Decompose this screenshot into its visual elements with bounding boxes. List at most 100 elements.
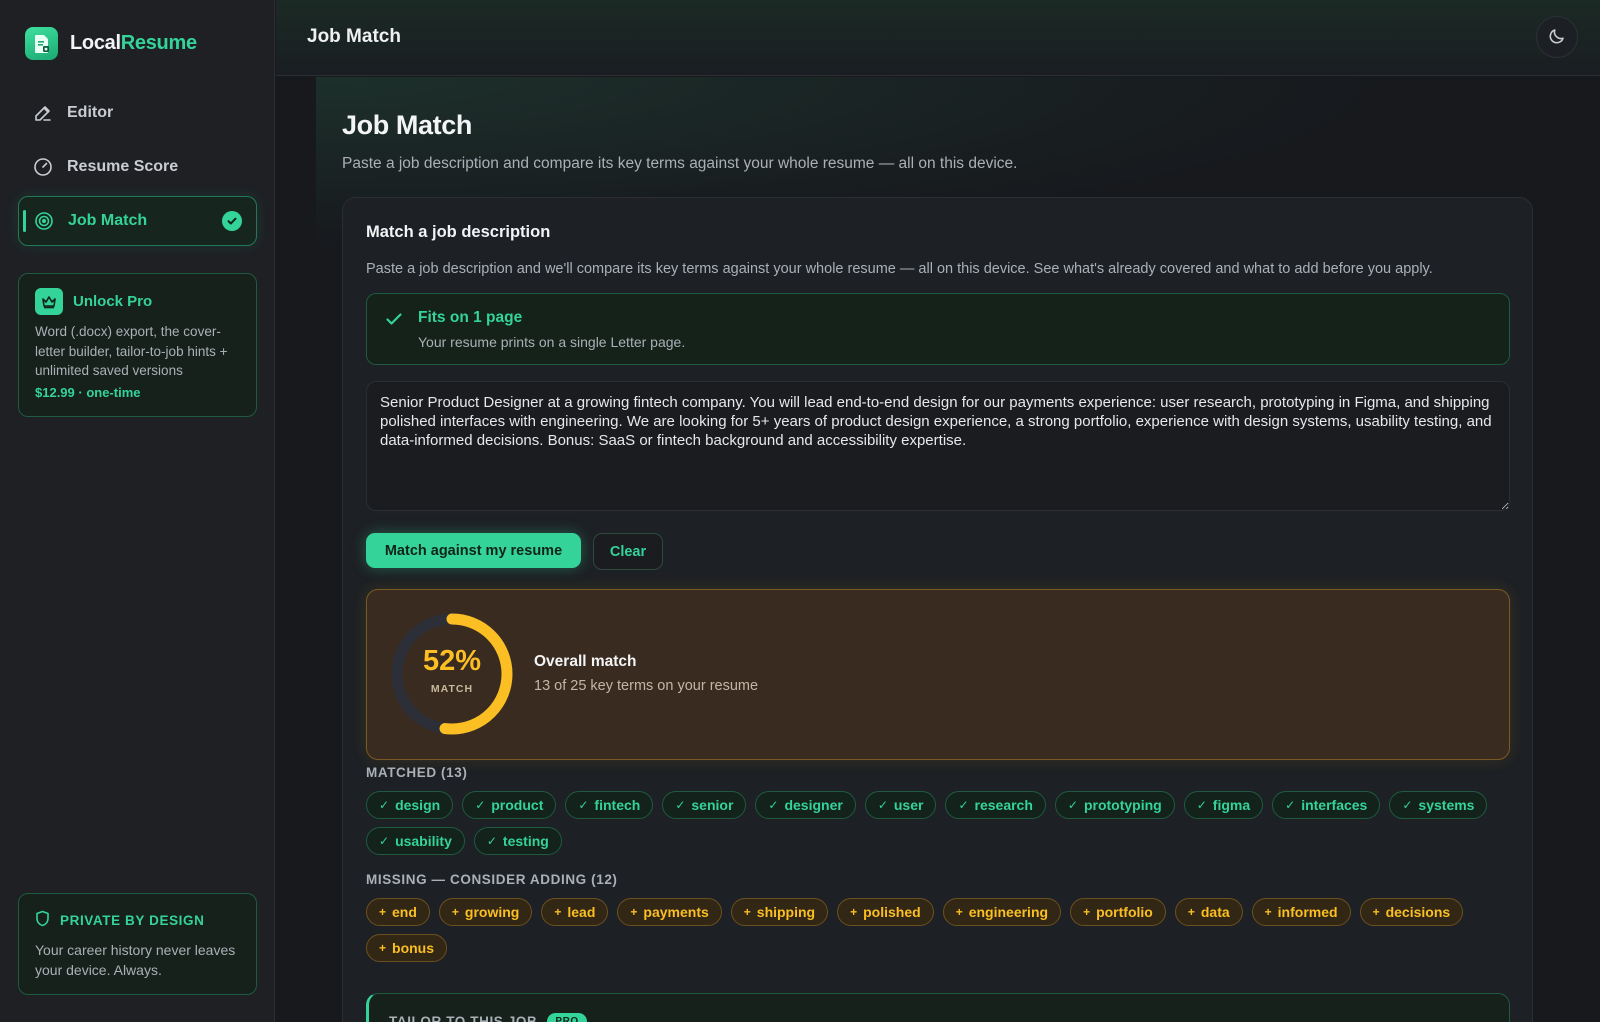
tailor-title: TAILOR TO THIS JOB	[389, 1014, 538, 1022]
missing-chip[interactable]: + portfolio	[1070, 898, 1166, 926]
missing-chip[interactable]: + lead	[541, 898, 609, 926]
privacy-title: PRIVATE BY DESIGN	[60, 912, 205, 928]
chip-label: systems	[1418, 797, 1475, 813]
check-icon: ✓	[475, 798, 486, 812]
sidebar-item-label: Resume Score	[67, 158, 179, 175]
chip-label: prototyping	[1083, 797, 1162, 813]
missing-chip[interactable]: + polished	[837, 898, 934, 926]
matched-chip[interactable]: ✓ interfaces	[1272, 791, 1381, 819]
missing-label: MISSING — CONSIDER ADDING (12)	[366, 872, 618, 887]
card-description: Paste a job description and we'll compar…	[366, 261, 1433, 277]
check-icon: ✓	[578, 798, 589, 812]
check-icon: ✓	[877, 798, 888, 812]
match-button[interactable]: Match against my resume	[366, 533, 581, 568]
fit-title: Fits on 1 page	[418, 309, 523, 326]
plus-icon: +	[554, 905, 562, 919]
check-icon: ✓	[768, 798, 779, 812]
theme-toggle-button[interactable]	[1536, 16, 1578, 58]
moon-icon	[1548, 27, 1566, 48]
brand-logo-icon	[25, 27, 58, 60]
sidebar: LocalResume Editor Resume Score Job Matc…	[0, 0, 275, 1022]
chip-label: user	[893, 797, 924, 813]
match-unit-label: MATCH	[430, 683, 474, 695]
plus-icon: +	[630, 905, 638, 919]
missing-chip[interactable]: + payments	[617, 898, 722, 926]
crown-icon	[35, 288, 63, 315]
chip-label: end	[392, 904, 417, 920]
check-icon: ✓	[1196, 798, 1207, 812]
chip-label: figma	[1212, 797, 1251, 813]
matched-chip[interactable]: ✓ prototyping	[1054, 791, 1175, 819]
unlock-pro-card[interactable]: Unlock Pro Word (.docx) export, the cove…	[18, 273, 257, 417]
chip-label: informed	[1277, 904, 1338, 920]
chip-label: interfaces	[1301, 797, 1368, 813]
matched-chip[interactable]: ✓ senior	[662, 791, 747, 819]
sidebar-item-resume-score[interactable]: Resume Score	[18, 142, 257, 192]
missing-chip[interactable]: + growing	[438, 898, 533, 926]
sidebar-item-job-match[interactable]: Job Match	[18, 196, 257, 246]
brand[interactable]: LocalResume	[25, 27, 197, 60]
chip-label: bonus	[392, 940, 435, 956]
missing-chip[interactable]: + informed	[1251, 898, 1351, 926]
matched-chip[interactable]: ✓ product	[462, 791, 557, 819]
plus-icon: +	[1372, 905, 1380, 919]
brand-name: LocalResume	[70, 32, 197, 54]
matched-chip-list: ✓ design ✓ product ✓ fintech ✓ senior ✓ designer ✓…	[366, 791, 1510, 855]
match-percent: 52%	[422, 645, 482, 677]
chip-label: senior	[691, 797, 734, 813]
matched-label: MATCHED (13)	[366, 765, 468, 780]
matched-chip[interactable]: ✓ usability	[366, 827, 465, 855]
tailor-to-job-box[interactable]: TAILOR TO THIS JOB PRO	[366, 993, 1510, 1022]
check-icon: ✓	[379, 834, 390, 848]
match-card: Match a job description Paste a job desc…	[342, 197, 1533, 1022]
check-icon: ✓	[379, 798, 390, 812]
missing-chip[interactable]: + bonus	[366, 934, 448, 962]
matched-chip[interactable]: ✓ designer	[755, 791, 856, 819]
check-icon: ✓	[1285, 798, 1296, 812]
chip-label: polished	[863, 904, 921, 920]
chip-label: growing	[464, 904, 520, 920]
plus-icon: +	[451, 905, 459, 919]
missing-chip[interactable]: + shipping	[730, 898, 829, 926]
matched-chip[interactable]: ✓ user	[864, 791, 937, 819]
privacy-description: Your career history never leaves your de…	[35, 942, 236, 978]
plus-icon: +	[955, 905, 963, 919]
sidebar-item-label: Job Match	[68, 212, 148, 229]
chip-label: lead	[567, 904, 596, 920]
check-circle-icon	[222, 211, 242, 231]
sidebar-item-editor[interactable]: Editor	[18, 88, 257, 138]
job-description-input[interactable]	[366, 381, 1510, 511]
check-icon: ✓	[1067, 798, 1078, 812]
matched-chip[interactable]: ✓ testing	[473, 827, 562, 855]
missing-chip[interactable]: + end	[366, 898, 430, 926]
matched-chip[interactable]: ✓ research	[945, 791, 1046, 819]
missing-chip[interactable]: + decisions	[1359, 898, 1464, 926]
unlock-pro-description: Word (.docx) export, the cover-letter bu…	[35, 324, 228, 378]
unlock-pro-title: Unlock Pro	[73, 293, 153, 310]
privacy-card: PRIVATE BY DESIGN Your career history ne…	[18, 893, 257, 995]
chip-label: fintech	[594, 797, 641, 813]
matched-chip[interactable]: ✓ fintech	[565, 791, 654, 819]
chip-label: data	[1200, 904, 1230, 920]
chip-label: testing	[502, 833, 549, 849]
missing-chip[interactable]: + engineering	[942, 898, 1062, 926]
overall-match-box: 52% MATCH Overall match 13 of 25 key ter…	[366, 589, 1510, 760]
chip-label: portfolio	[1096, 904, 1153, 920]
overall-match-description: 13 of 25 key terms on your resume	[534, 678, 759, 694]
chip-label: usability	[395, 833, 452, 849]
missing-chip[interactable]: + data	[1174, 898, 1243, 926]
topbar-title: Job Match	[307, 26, 401, 47]
check-icon: ✓	[958, 798, 969, 812]
missing-chip-list: + end + growing + lead + payments + shipping + poli…	[366, 898, 1510, 962]
chip-label: research	[974, 797, 1033, 813]
plus-icon: +	[850, 905, 858, 919]
fit-status-box: Fits on 1 page Your resume prints on a s…	[366, 293, 1510, 365]
overall-match-title: Overall match	[534, 653, 637, 670]
chip-label: design	[395, 797, 441, 813]
matched-chip[interactable]: ✓ design	[366, 791, 454, 819]
matched-chip[interactable]: ✓ figma	[1183, 791, 1264, 819]
chip-label: designer	[784, 797, 843, 813]
clear-button[interactable]: Clear	[593, 533, 663, 570]
gauge-icon	[33, 157, 53, 177]
matched-chip[interactable]: ✓ systems	[1389, 791, 1488, 819]
